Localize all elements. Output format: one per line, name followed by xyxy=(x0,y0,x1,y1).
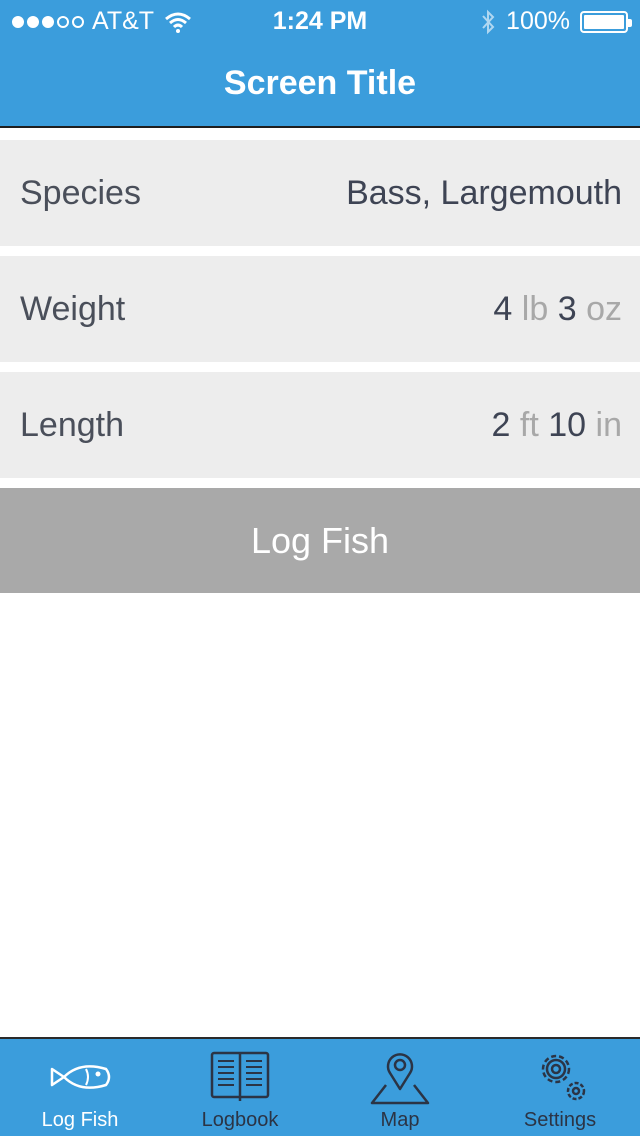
length-feet: 2 xyxy=(491,406,511,444)
length-label: Length xyxy=(20,406,124,444)
log-fish-button[interactable]: Log Fish xyxy=(0,488,640,593)
tab-bar: Log Fish Logbook Map Settings xyxy=(0,1037,640,1136)
tab-map[interactable]: Map xyxy=(320,1039,480,1136)
weight-label: Weight xyxy=(20,290,126,328)
length-row[interactable]: Length 2 ft 10 in xyxy=(0,372,640,478)
tab-log-fish[interactable]: Log Fish xyxy=(0,1039,160,1136)
weight-ounces: 3 xyxy=(557,290,577,328)
screen: AT&T 1:24 PM 100% Screen Title Species B… xyxy=(0,0,640,1136)
species-row[interactable]: Species Bass, Largemouth xyxy=(0,140,640,246)
tab-map-label: Map xyxy=(380,1109,420,1131)
weight-row[interactable]: Weight 4 lb 3 oz xyxy=(0,256,640,362)
tab-logbook[interactable]: Logbook xyxy=(160,1039,320,1136)
weight-pounds-unit: lb xyxy=(521,290,549,328)
book-icon xyxy=(210,1051,270,1101)
species-label: Species xyxy=(20,174,141,212)
nav-header: AT&T 1:24 PM 100% Screen Title xyxy=(0,0,640,128)
weight-pounds: 4 xyxy=(493,290,513,328)
battery-percent: 100% xyxy=(506,7,570,35)
status-right: 100% xyxy=(480,7,632,36)
fish-icon xyxy=(50,1065,111,1089)
page-title: Screen Title xyxy=(223,64,417,102)
tab-logbook-label: Logbook xyxy=(201,1109,279,1131)
battery-icon xyxy=(580,10,632,33)
gears-icon xyxy=(541,1054,586,1101)
tab-settings-label: Settings xyxy=(523,1109,597,1131)
species-value: Bass, Largemouth xyxy=(346,174,622,212)
weight-ounces-unit: oz xyxy=(586,290,622,328)
length-inches: 10 xyxy=(548,406,587,444)
status-bar: AT&T 1:24 PM 100% xyxy=(0,0,640,40)
length-inches-unit: in xyxy=(595,406,622,444)
weight-value: 4 lb 3 oz xyxy=(493,256,622,362)
tab-log-fish-label: Log Fish xyxy=(41,1109,119,1131)
length-feet-unit: ft xyxy=(519,406,539,444)
tab-settings[interactable]: Settings xyxy=(480,1039,640,1136)
length-value: 2 ft 10 in xyxy=(492,372,622,478)
bluetooth-icon xyxy=(482,9,495,34)
map-pin-icon xyxy=(370,1053,430,1105)
